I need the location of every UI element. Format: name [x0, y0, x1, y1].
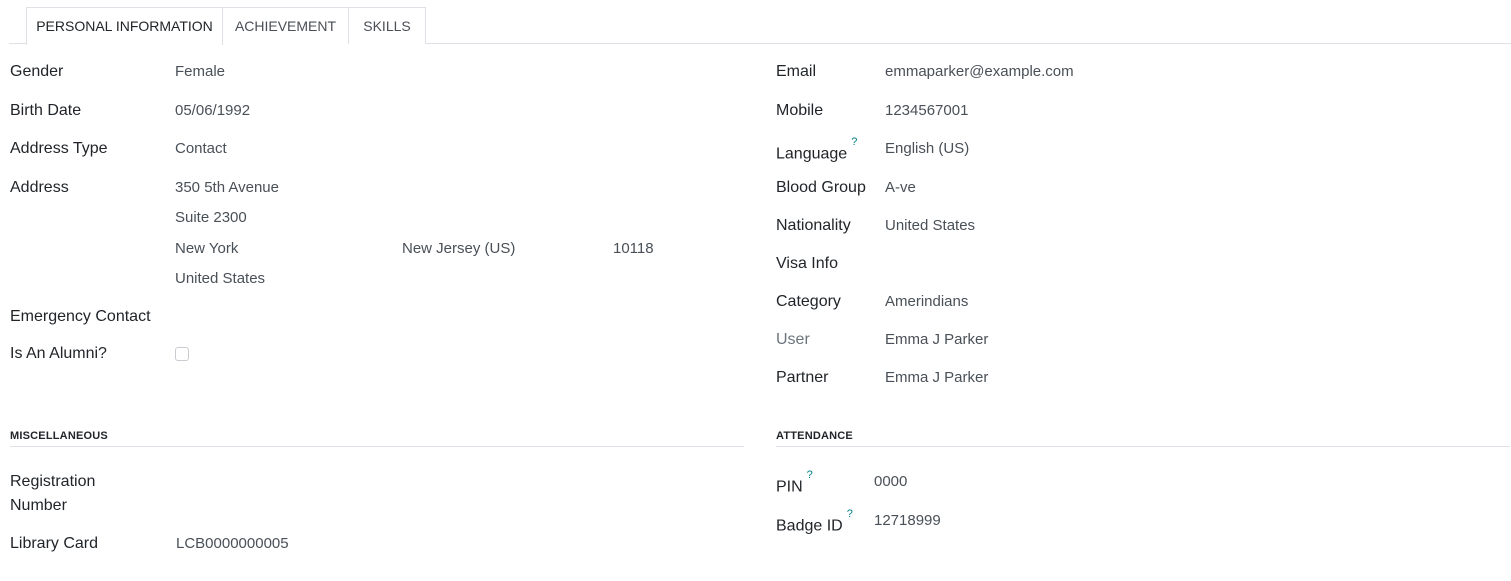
language-label-text: Language — [776, 145, 848, 163]
address-city[interactable]: New York — [175, 239, 238, 259]
email-label: Email — [776, 63, 817, 80]
badge-id-label: Badge ID? — [776, 508, 853, 536]
address-street[interactable]: 350 5th Avenue — [175, 178, 279, 198]
birth-date-label: Birth Date — [10, 102, 82, 119]
tab-bar: PERSONAL INFORMATION ACHIEVEMENT SKILLS — [9, 7, 1511, 45]
mobile-value[interactable]: 1234567001 — [885, 101, 968, 121]
nationality-value[interactable]: United States — [885, 216, 975, 236]
language-label: Language? — [776, 136, 857, 164]
miscellaneous-section-title: MISCELLANEOUS — [10, 430, 108, 442]
category-value[interactable]: Amerindians — [885, 292, 968, 312]
gender-value[interactable]: Female — [175, 62, 225, 82]
partner-value[interactable]: Emma J Parker — [885, 368, 988, 388]
language-value[interactable]: English (US) — [885, 139, 969, 159]
tab-achievement[interactable]: ACHIEVEMENT — [222, 7, 349, 44]
attendance-section-title: ATTENDANCE — [776, 430, 853, 442]
tab-skills[interactable]: SKILLS — [348, 7, 426, 44]
user-label: User — [776, 331, 810, 348]
address-state[interactable]: New Jersey (US) — [402, 239, 515, 259]
tab-personal-information[interactable]: PERSONAL INFORMATION — [26, 7, 223, 45]
blood-group-label: Blood Group — [776, 179, 866, 196]
email-value[interactable]: emmaparker@example.com — [885, 62, 1074, 82]
gender-label: Gender — [10, 63, 64, 80]
badge-id-label-text: Badge ID — [776, 517, 843, 535]
address-type-label: Address Type — [10, 140, 108, 157]
registration-number-label-line2: Number — [10, 497, 67, 514]
attendance-divider — [776, 446, 1510, 447]
address-country[interactable]: United States — [175, 269, 265, 289]
library-card-value[interactable]: LCB0000000005 — [176, 534, 289, 554]
registration-number-label-line1: Registration — [10, 473, 96, 490]
pin-label-text: PIN — [776, 478, 803, 496]
pin-value[interactable]: 0000 — [874, 472, 907, 492]
language-help-icon[interactable]: ? — [851, 136, 857, 148]
address-street2[interactable]: Suite 2300 — [175, 208, 247, 228]
category-label: Category — [776, 293, 841, 310]
address-label: Address — [10, 179, 69, 196]
badge-id-value[interactable]: 12718999 — [874, 511, 941, 531]
is-alumni-label: Is An Alumni? — [10, 345, 107, 362]
emergency-contact-label: Emergency Contact — [10, 308, 151, 325]
miscellaneous-divider — [10, 446, 744, 447]
is-alumni-checkbox[interactable] — [175, 347, 189, 361]
pin-label: PIN? — [776, 469, 813, 497]
address-type-value[interactable]: Contact — [175, 139, 227, 159]
library-card-label: Library Card — [10, 535, 99, 552]
pin-help-icon[interactable]: ? — [807, 469, 813, 481]
mobile-label: Mobile — [776, 102, 824, 119]
blood-group-value[interactable]: A-ve — [885, 178, 916, 198]
partner-label: Partner — [776, 369, 829, 386]
address-zip[interactable]: 10118 — [613, 239, 654, 259]
birth-date-value[interactable]: 05/06/1992 — [175, 101, 250, 121]
nationality-label: Nationality — [776, 217, 851, 234]
user-value[interactable]: Emma J Parker — [885, 330, 988, 350]
badge-id-help-icon[interactable]: ? — [847, 508, 853, 520]
visa-info-label: Visa Info — [776, 255, 838, 272]
